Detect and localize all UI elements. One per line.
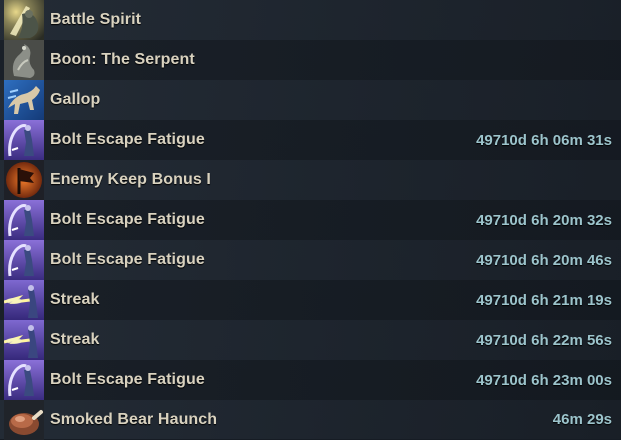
buff-name: Streak [50, 331, 100, 348]
buff-row-streak[interactable]: Streak 49710d 6h 22m 56s [0, 320, 621, 360]
bolt-escape-fatigue-icon [4, 200, 44, 240]
battle-spirit-icon [4, 0, 44, 40]
bear-haunch-food-icon [4, 399, 44, 440]
buff-name: Bolt Escape Fatigue [50, 251, 205, 268]
buff-name: Battle Spirit [50, 11, 142, 28]
buff-row-enemy-keep-bonus[interactable]: Enemy Keep Bonus I [0, 160, 621, 200]
buff-name: Bolt Escape Fatigue [50, 211, 205, 228]
streak-lightning-icon [4, 320, 44, 360]
buff-timer: 49710d 6h 20m 46s [476, 251, 612, 269]
buff-row-battle-spirit[interactable]: Battle Spirit [0, 0, 621, 40]
active-effects-list: Battle Spirit Boon: The Serpent Gallop B… [0, 0, 621, 440]
buff-name: Streak [50, 291, 100, 308]
serpent-mundus-icon [4, 40, 44, 80]
gallop-horse-icon [4, 80, 44, 120]
buff-row-streak[interactable]: Streak 49710d 6h 21m 19s [0, 280, 621, 320]
keep-bonus-flag-icon [4, 160, 44, 200]
bolt-escape-fatigue-icon [4, 360, 44, 400]
buff-timer: 49710d 6h 23m 00s [476, 371, 612, 389]
buff-row-bolt-escape-fatigue[interactable]: Bolt Escape Fatigue 49710d 6h 20m 32s [0, 200, 621, 240]
buff-row-bolt-escape-fatigue[interactable]: Bolt Escape Fatigue 49710d 6h 20m 46s [0, 240, 621, 280]
buff-timer: 49710d 6h 22m 56s [476, 331, 612, 349]
buff-name: Bolt Escape Fatigue [50, 131, 205, 148]
buff-name: Gallop [50, 91, 101, 108]
buff-timer: 49710d 6h 21m 19s [476, 291, 612, 309]
buff-timer: 49710d 6h 06m 31s [476, 131, 612, 149]
buff-name: Enemy Keep Bonus I [50, 171, 211, 188]
buff-row-smoked-bear-haunch[interactable]: Smoked Bear Haunch 46m 29s [0, 399, 621, 440]
buff-timer: 49710d 6h 20m 32s [476, 211, 612, 229]
bolt-escape-fatigue-icon [4, 240, 44, 280]
buff-row-bolt-escape-fatigue[interactable]: Bolt Escape Fatigue 49710d 6h 23m 00s [0, 360, 621, 400]
buff-name: Bolt Escape Fatigue [50, 371, 205, 388]
buff-name: Boon: The Serpent [50, 51, 195, 68]
buff-timer: 46m 29s [552, 411, 612, 428]
buff-row-boon-the-serpent[interactable]: Boon: The Serpent [0, 40, 621, 80]
buff-name: Smoked Bear Haunch [50, 410, 218, 428]
streak-lightning-icon [4, 280, 44, 320]
bolt-escape-fatigue-icon [4, 120, 44, 160]
buff-row-bolt-escape-fatigue[interactable]: Bolt Escape Fatigue 49710d 6h 06m 31s [0, 120, 621, 160]
buff-row-gallop[interactable]: Gallop [0, 80, 621, 120]
